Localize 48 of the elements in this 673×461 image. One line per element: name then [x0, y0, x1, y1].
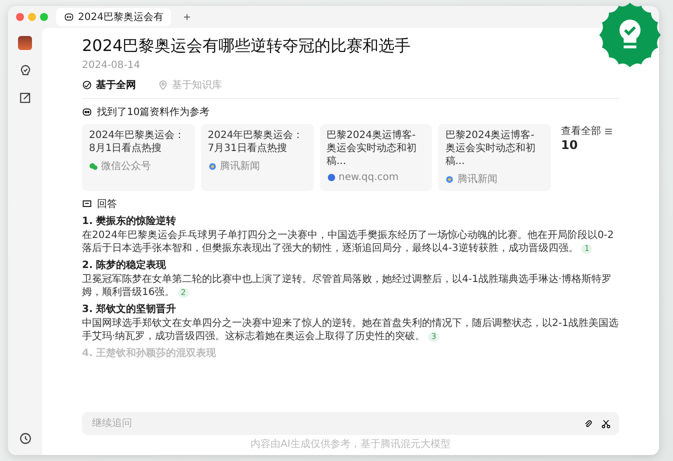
list-icon: [604, 126, 613, 136]
reference-title: 巴黎2024奥运博客-奥运会实时动态和初稿...: [445, 129, 536, 168]
edit-icon: [18, 91, 32, 104]
article-title: 2024巴黎奥运会有哪些逆转夺冠的比赛和选手: [82, 36, 412, 57]
dot-icon: [208, 162, 217, 170]
reference-title: 2024年巴黎奥运会：7月31日看点热搜: [208, 129, 304, 155]
close-dot[interactable]: [16, 13, 24, 21]
browser-tab[interactable]: 2024巴黎奥运会有: [56, 8, 172, 26]
reference-card[interactable]: 2024年巴黎奥运会：7月31日看点热搜 腾讯新闻: [200, 124, 314, 191]
avatar[interactable]: [18, 36, 32, 50]
lightbulb-icon: [18, 64, 32, 77]
paperclip-icon: [583, 418, 593, 428]
edit-button[interactable]: [18, 91, 32, 104]
answer-subheading: 2. 陈梦的稳定表现: [82, 259, 168, 273]
scissors-icon: [601, 418, 611, 428]
reference-source: 腾讯新闻: [220, 160, 260, 173]
disclaimer-text: 内容由AI生成仅供参考，基于腾讯混元大模型: [250, 438, 452, 451]
references-heading: 找到了10篇资料作为参考: [97, 106, 210, 119]
view-all-button[interactable]: 查看全部 10: [557, 124, 619, 191]
maximize-dot[interactable]: [40, 13, 48, 21]
reference-card[interactable]: 巴黎2024奥运博客-奥运会实时动态和初稿... new.qq.com: [320, 124, 432, 191]
reference-card[interactable]: 巴黎2024奥运博客-奥运会实时动态和初稿... 腾讯新闻: [438, 124, 551, 191]
answer-paragraph: 中国网球选手郑钦文在女单四分之一决赛中迎来了惊人的逆转。她在首盘失利的情况下，随后调整状态，以2-1战胜美国选手艾玛·纳瓦罗，成功晋级四强。这标志着她在奥运会上取得了历史性的突破。 3: [82, 317, 619, 343]
answer-paragraph: 在2024年巴黎奥运会乒乓球男子单打四分之一决赛中，中国选手樊振东经历了一场惊心动魄的比赛。他在开局阶段以0-2落后于日本选手张本智和，但樊振东表现出了强大的韧性，逐渐追回局分，最终以4-3逆转获胜，成功晋级四强。 1: [82, 229, 615, 255]
answer-subheading: 3. 郑钦文的坚韧晋升: [82, 303, 178, 317]
clock-icon: [18, 432, 32, 445]
reference-source: new.qq.com: [338, 172, 399, 183]
history-button[interactable]: [18, 432, 32, 445]
answer-paragraph: 卫冕冠军陈梦在女单第二轮的比赛中也上演了逆转。尽管首局落败，她经过调整后，以4-1战胜瑞典选手琳达·博格斯特罗姆，顺利晋级16强。 2: [82, 273, 613, 299]
chat-bubble-icon: [89, 162, 98, 170]
reference-card[interactable]: 2024年巴黎奥运会：8月1日看点热搜 微信公众号: [82, 124, 195, 191]
source-tab[interactable]: 基于全网: [82, 78, 136, 92]
question-input[interactable]: 继续追问: [82, 412, 619, 435]
dot-icon: [445, 174, 454, 184]
answer-subheading: 1. 樊振东的惊险逆转: [82, 215, 178, 229]
reference-source: 腾讯新闻: [457, 172, 498, 186]
reference-title: 巴黎2024奥运博客-奥运会实时动态和初稿...: [326, 129, 418, 168]
reference-source: 微信公众号: [101, 160, 151, 173]
minimize-dot[interactable]: [28, 13, 36, 21]
answer-heading: 回答: [97, 198, 117, 211]
location-pin-icon: [158, 80, 168, 90]
answer-subheading: 4. 王楚钦和孙颖莎的混双表现: [82, 347, 218, 361]
chat-icon: [82, 199, 92, 209]
new-tab-button[interactable]: +: [179, 10, 194, 24]
question-field[interactable]: 继续追问: [90, 417, 575, 430]
lightbulb-button[interactable]: [18, 64, 32, 77]
reference-title: 2024年巴黎奥运会：8月1日看点热搜: [89, 129, 186, 155]
article-date: 2024-08-14: [82, 60, 142, 71]
